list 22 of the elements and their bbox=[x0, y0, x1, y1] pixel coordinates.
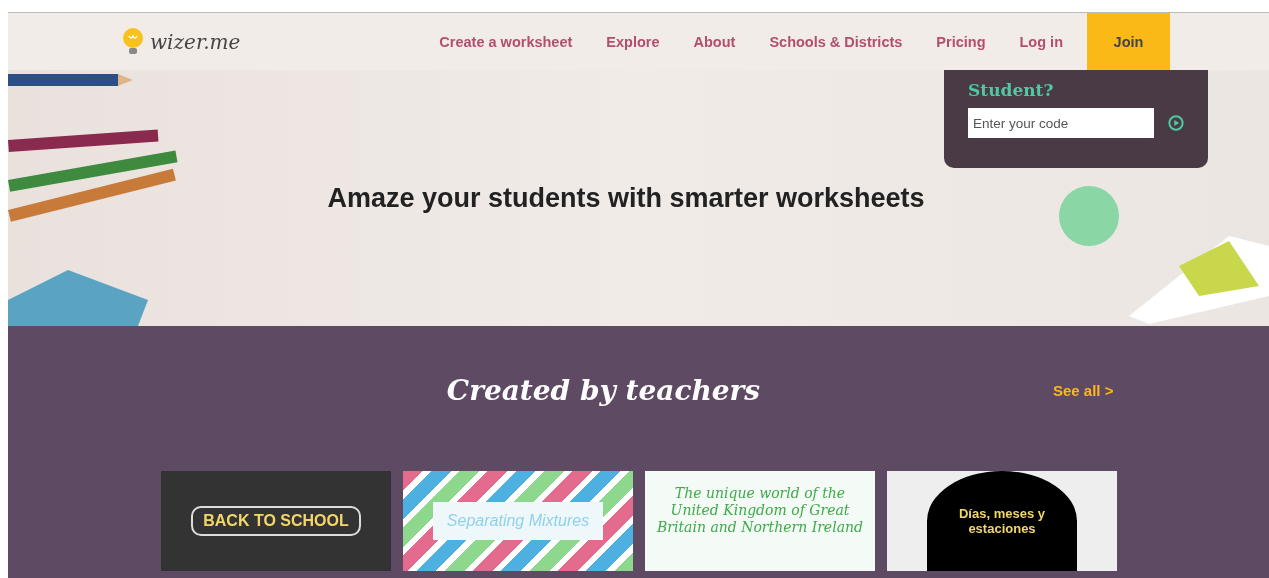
see-all-link[interactable]: See all > bbox=[1053, 382, 1114, 399]
panel-title: Student? bbox=[968, 80, 1055, 100]
play-icon[interactable] bbox=[1168, 114, 1184, 132]
cover-title: Días, meses y estaciones bbox=[927, 471, 1077, 571]
logo-text[interactable]: wizer.me bbox=[150, 29, 241, 54]
worksheet-card[interactable]: The unique world of the United Kingdom of Great Britain and Northern Ireland bbox=[645, 471, 875, 571]
cover-title: BACK TO SCHOOL bbox=[191, 506, 361, 536]
cover-title: Separating Mixtures bbox=[432, 502, 604, 540]
section-title: Created by teachers bbox=[446, 374, 761, 407]
join-button[interactable]: Join bbox=[1087, 13, 1170, 70]
nav-link[interactable]: Schools & Districts bbox=[752, 33, 920, 50]
lightbulb-icon bbox=[122, 27, 144, 56]
hero-headline: Amaze your students with smarter worksheets bbox=[327, 182, 925, 214]
nav-link[interactable]: Explore bbox=[589, 33, 677, 50]
code-input[interactable]: Enter your code bbox=[968, 108, 1154, 138]
worksheet-card[interactable]: BACK TO SCHOOL bbox=[161, 471, 391, 571]
cover-title: The unique world of the United Kingdom of Great Britain and Northern Ireland bbox=[656, 485, 864, 536]
worksheet-card[interactable]: Días, meses y estaciones bbox=[887, 471, 1117, 571]
nav-link[interactable]: Create a worksheet bbox=[422, 33, 590, 50]
nav-link[interactable]: About bbox=[676, 33, 753, 50]
nav-link[interactable]: Log in bbox=[1002, 33, 1080, 50]
nav-link[interactable]: Pricing bbox=[919, 33, 1003, 50]
